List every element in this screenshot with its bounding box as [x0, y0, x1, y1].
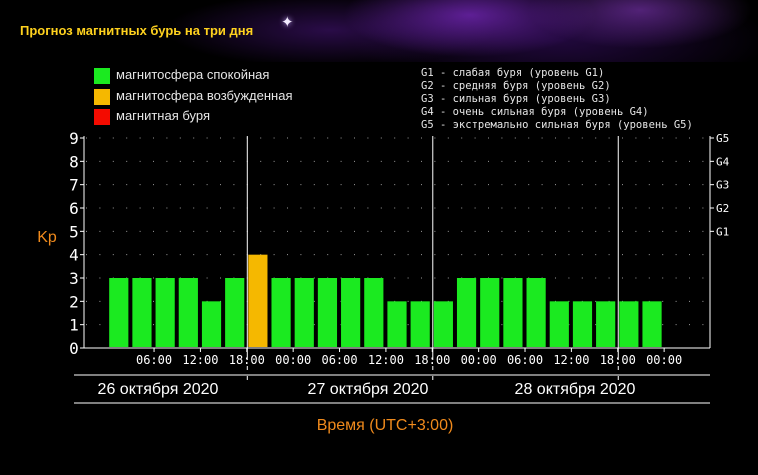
kp-bar — [410, 301, 430, 347]
kp-bar — [317, 278, 338, 347]
kp-bar — [503, 278, 523, 347]
x-tick-label: 18:00 — [229, 353, 265, 367]
kp-bar — [155, 278, 175, 347]
x-tick-label: 12:00 — [368, 353, 404, 367]
kp-bar — [456, 278, 477, 347]
y-tick-label: 9 — [69, 129, 79, 148]
kp-bar — [596, 301, 616, 347]
day-label: 28 октября 2020 — [515, 381, 636, 398]
x-tick-label: 00:00 — [646, 353, 682, 367]
kp-bar — [433, 301, 453, 347]
y-tick-label: 3 — [69, 269, 79, 288]
y-tick-label: 1 — [69, 316, 79, 335]
kp-bar — [132, 278, 152, 347]
kp-bar — [294, 278, 314, 347]
x-tick-label: 06:00 — [507, 353, 543, 367]
y-axis-label: Kp — [37, 229, 57, 246]
x-tick-label: 18:00 — [600, 353, 636, 367]
x-tick-label: 06:00 — [321, 353, 357, 367]
g-tick-label: G3 — [716, 179, 729, 192]
x-tick-label: 18:00 — [414, 353, 450, 367]
day-label: 26 октября 2020 — [98, 381, 219, 398]
y-tick-label: 6 — [69, 199, 79, 218]
g-tick-label: G4 — [716, 155, 730, 168]
kp-bar — [364, 278, 384, 347]
kp-bar — [178, 278, 198, 347]
kp-bar — [341, 278, 361, 347]
kp-bar — [201, 301, 222, 347]
kp-bar — [480, 278, 500, 347]
x-tick-label: 12:00 — [553, 353, 589, 367]
kp-bar — [549, 301, 569, 347]
x-tick-label: 00:00 — [275, 353, 311, 367]
kp-chart: 0 1 2 3 4 5 6 7 8 9 G1 G2 G3 G4 G5 Kp 06:00 12:00 18:00 00:… — [37, 129, 730, 434]
g-tick-label: G5 — [716, 132, 729, 145]
y-tick-label: 4 — [69, 246, 79, 265]
kp-bar — [526, 278, 546, 347]
kp-bar — [225, 278, 245, 347]
y-tick-label: 7 — [69, 176, 79, 195]
day-label: 27 октября 2020 — [308, 381, 429, 398]
kp-bar — [248, 254, 268, 347]
kp-bar — [109, 278, 129, 347]
x-tick-label: 12:00 — [182, 353, 218, 367]
g-tick-label: G2 — [716, 202, 729, 215]
y-tick-label: 2 — [69, 292, 79, 311]
x-tick-label: 00:00 — [461, 353, 497, 367]
x-tick-label: 06:00 — [136, 353, 172, 367]
kp-bar — [387, 301, 407, 347]
g-tick-label: G1 — [716, 225, 729, 238]
kp-bar — [271, 278, 291, 347]
x-axis-title: Время (UTC+3:00) — [317, 417, 454, 434]
y-tick-label: 5 — [69, 222, 79, 241]
kp-bar — [572, 301, 593, 347]
y-tick-label: 0 — [69, 339, 79, 358]
y-tick-label: 8 — [69, 152, 79, 171]
kp-bar — [642, 301, 662, 347]
kp-bar — [619, 301, 639, 347]
